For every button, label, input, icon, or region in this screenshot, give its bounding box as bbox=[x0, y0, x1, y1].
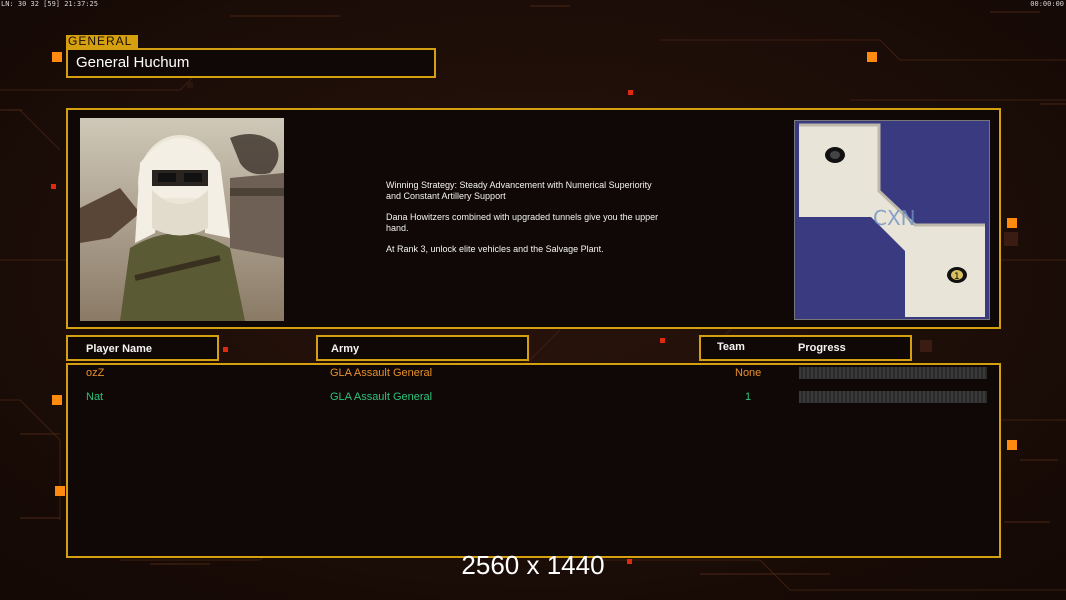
hud-stats: LN: 30 32 [59] 21:37:25 bbox=[1, 0, 98, 8]
strategy-paragraph: At Rank 3, unlock elite vehicles and the… bbox=[386, 244, 604, 254]
progress-bar bbox=[799, 367, 987, 379]
hud-clock: 00:00:00 bbox=[1030, 0, 1064, 8]
strategy-description: Winning Strategy: Steady Advancement wit… bbox=[386, 180, 706, 265]
header-army-box: Army bbox=[316, 335, 529, 361]
map-preview: CXN 1 bbox=[794, 120, 990, 320]
player-team: 1 bbox=[745, 391, 752, 403]
map-logo: CXN bbox=[873, 206, 916, 230]
general-section-label: GENERAL bbox=[66, 35, 138, 48]
strategy-paragraph: Winning Strategy: Steady Advancement wit… bbox=[386, 180, 652, 201]
general-portrait bbox=[80, 118, 284, 321]
header-team: Team bbox=[717, 341, 745, 353]
player-name: ozZ bbox=[86, 367, 105, 379]
general-name: General Huchum bbox=[76, 54, 190, 71]
strategy-paragraph: Dana Howitzers combined with upgraded tu… bbox=[386, 212, 659, 233]
header-army: Army bbox=[331, 343, 360, 355]
resolution-watermark: 2560 x 1440 bbox=[461, 550, 605, 580]
player-name: Nat bbox=[86, 391, 104, 403]
header-team-progress-box: Team Progress bbox=[699, 335, 912, 361]
player-army: GLA Assault General bbox=[330, 367, 433, 379]
player-army: GLA Assault General bbox=[330, 391, 433, 403]
player-team: None bbox=[735, 367, 762, 379]
header-player-name: Player Name bbox=[86, 343, 153, 355]
header-player-name-box: Player Name bbox=[66, 335, 219, 361]
progress-bar bbox=[799, 391, 987, 403]
header-progress: Progress bbox=[798, 342, 846, 354]
start-position-1-icon: 1 bbox=[947, 267, 967, 283]
start-position-label: 1 bbox=[954, 272, 960, 282]
